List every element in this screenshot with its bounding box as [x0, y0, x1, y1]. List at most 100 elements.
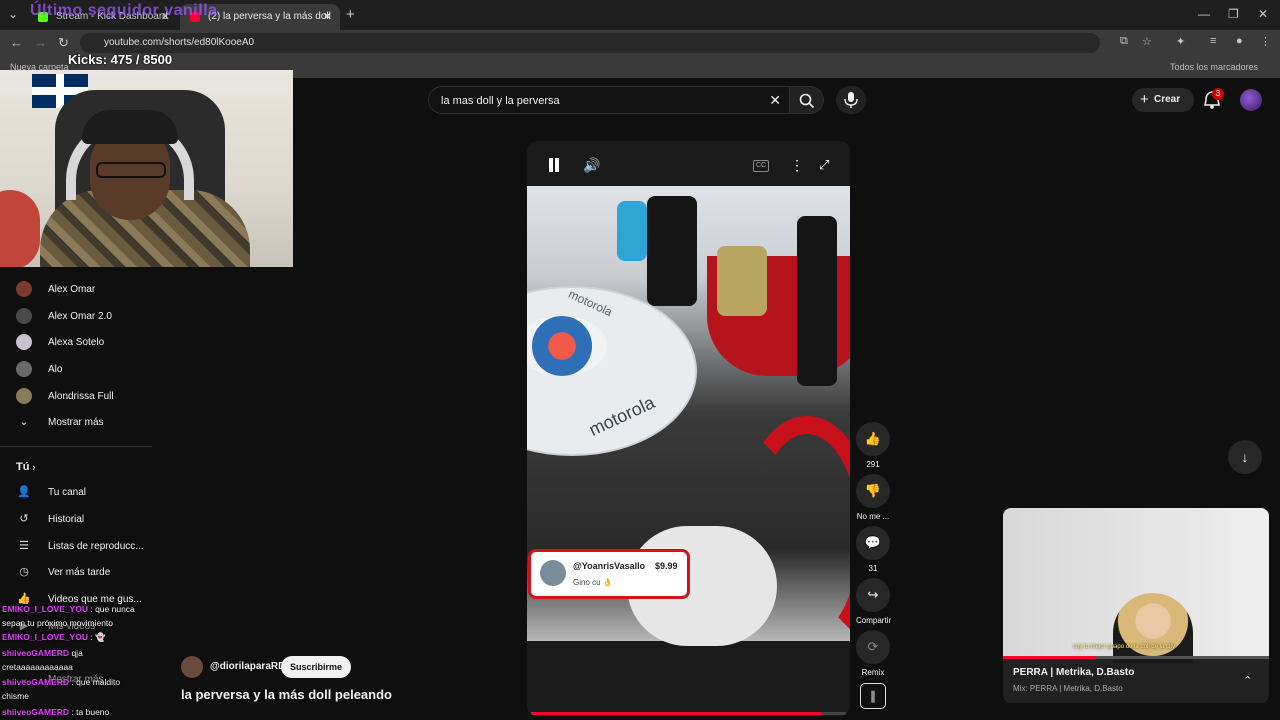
back-icon[interactable]: ←	[10, 35, 23, 50]
close-tab-icon[interactable]: ✕	[323, 10, 332, 23]
dislike-label: No me ...	[856, 512, 890, 521]
person-figure	[717, 246, 767, 316]
new-tab-button[interactable]: +	[346, 6, 355, 23]
divider	[0, 446, 152, 447]
sidebar-item-label: Alex Omar	[48, 284, 96, 295]
minimize-icon[interactable]: —	[1198, 7, 1210, 21]
create-label: Crear	[1154, 94, 1181, 105]
search-button[interactable]	[790, 86, 824, 114]
next-video-button[interactable]: ↓	[1228, 440, 1262, 474]
sidebar-item-history[interactable]: ↺ Historial	[0, 506, 160, 532]
volume-icon[interactable]: 🔊	[583, 157, 600, 174]
captions-icon[interactable]: CC	[753, 160, 769, 172]
thumbs-up-icon: 👍	[856, 422, 890, 456]
donor-avatar	[540, 560, 566, 586]
close-window-icon[interactable]: ✕	[1258, 7, 1268, 21]
dislike-button[interactable]: 👎 No me ...	[856, 474, 890, 521]
media-icon[interactable]: ≡	[1210, 35, 1216, 47]
comments-button[interactable]: 💬 31	[856, 526, 890, 573]
tab-title: (2) la perversa y la más doll	[208, 11, 331, 22]
sidebar-item-alex-omar[interactable]: Alex Omar	[0, 276, 160, 302]
reload-icon[interactable]: ↻	[58, 35, 69, 51]
voice-search-button[interactable]	[836, 86, 866, 114]
search-icon	[799, 93, 814, 109]
close-icon[interactable]: ✕	[769, 92, 781, 109]
sidebar-item-your-channel[interactable]: 👤 Tu canal	[0, 479, 160, 505]
sidebar-item-label: Alex Omar 2.0	[48, 311, 112, 322]
mini-player-video[interactable]: soy tu mejor guapo de la doll de la city	[1003, 508, 1269, 663]
url-text: youtube.com/shorts/ed80lKooeA0	[104, 37, 255, 48]
background-object	[0, 190, 40, 267]
bookmark-star-icon[interactable]: ☆	[1142, 35, 1152, 48]
history-icon: ↺	[19, 513, 29, 525]
remix-label: Remix	[861, 668, 885, 677]
sidebar-item-label: Historial	[48, 514, 85, 525]
notification-badge: 3	[1212, 88, 1224, 100]
menu-icon[interactable]: ⋮	[1260, 35, 1271, 48]
video-progress-bar[interactable]	[531, 712, 846, 715]
comment-count: 31	[868, 564, 878, 573]
mini-player[interactable]: soy tu mejor guapo de la doll de la city…	[1003, 508, 1269, 703]
share-label: Compartir	[856, 616, 892, 625]
video-title: la perversa y la más doll peleando	[181, 687, 392, 702]
chevron-down-icon: ⌄	[19, 416, 29, 428]
search-input[interactable]: la mas doll y la perversa ✕	[428, 86, 790, 114]
arrow-down-icon: ↓	[1241, 449, 1249, 465]
url-field[interactable]: youtube.com/shorts/ed80lKooeA0	[80, 33, 1100, 53]
avatar[interactable]	[1240, 89, 1262, 111]
sidebar-item-alo[interactable]: Alo	[0, 356, 160, 382]
chevron-up-icon[interactable]: ⌃	[1243, 674, 1252, 687]
chat-message: EMIKO_I_LOVE_YOU : 👻	[2, 632, 106, 642]
sidebar-item-label: Alexa Sotelo	[48, 337, 105, 348]
donation-message: Gino cu 👌	[573, 578, 613, 587]
extensions-icon[interactable]: ✦	[1176, 35, 1185, 48]
subscribe-button[interactable]: Suscribirme	[281, 656, 351, 678]
person-figure	[647, 196, 697, 306]
like-button[interactable]: 👍 291	[856, 422, 890, 469]
profile-icon[interactable]: ●	[1236, 35, 1243, 47]
you-section-header[interactable]: Tú ›	[16, 461, 36, 473]
chevron-right-icon: ›	[32, 462, 36, 472]
remix-button[interactable]: ⟳ Remix	[856, 630, 890, 677]
sidebar-item-label: Ver más tarde	[48, 567, 111, 578]
channel-avatar	[16, 281, 32, 297]
share-icon: ↪	[856, 578, 890, 612]
all-bookmarks[interactable]: Todos los marcadores	[1170, 62, 1258, 72]
more-options-icon[interactable]: ⋮	[790, 157, 804, 174]
pause-button[interactable]	[547, 158, 561, 174]
shorts-player[interactable]: motorola motorola 🔊 CC ⋮ ⤢ @YoanrisVasal…	[527, 141, 850, 716]
address-bar-row: ← → ↻ youtube.com/shorts/ed80lKooeA0 ⧉ ☆…	[0, 30, 1280, 56]
channel-avatar[interactable]	[181, 656, 203, 678]
tab-search-icon[interactable]: ⌄	[8, 7, 18, 21]
streamer-glasses	[96, 162, 166, 178]
comment-icon: 💬	[856, 526, 890, 560]
chat-message: cretaaaaaaaaaaaa	[2, 662, 73, 672]
sidebar-item-label: Alo	[48, 364, 63, 375]
sidebar-item-alexa-sotelo[interactable]: Alexa Sotelo	[0, 329, 160, 355]
sidebar-item-label: Listas de reproducc...	[48, 541, 144, 552]
create-button[interactable]: + Crear	[1132, 88, 1194, 112]
video-progress-fill	[531, 712, 821, 715]
fullscreen-icon[interactable]: ⤢	[819, 157, 829, 173]
channel-avatar	[16, 308, 32, 324]
sidebar-item-watch-later[interactable]: ◷ Ver más tarde	[0, 559, 160, 585]
sidebar-item-alex-omar-2[interactable]: Alex Omar 2.0	[0, 303, 160, 329]
channel-avatar	[16, 334, 32, 350]
restore-icon[interactable]: ❐	[1228, 7, 1239, 21]
share-button[interactable]: ↪ Compartir	[856, 578, 892, 625]
audio-wave-icon[interactable]: ∥	[860, 683, 886, 709]
sidebar-item-alondrissa-full[interactable]: Alondrissa Full	[0, 383, 160, 409]
stream-chat-overlay: EMIKO_I_LOVE_YOU : que nunca sepan tu pr…	[0, 600, 160, 720]
channel-avatar	[16, 388, 32, 404]
clock-icon: ◷	[19, 566, 29, 578]
install-icon[interactable]: ⧉	[1120, 35, 1128, 48]
chat-message: shiiveoGAMERD qja	[2, 648, 83, 658]
channel-name[interactable]: @diorilaparaRD	[210, 661, 285, 672]
sidebar-item-playlists[interactable]: ☰ Listas de reproducc...	[0, 533, 160, 559]
mic-icon	[844, 92, 858, 108]
forward-icon[interactable]: →	[34, 35, 47, 50]
mini-progress-bar[interactable]	[1003, 656, 1269, 659]
sidebar-item-label: Alondrissa Full	[48, 391, 114, 402]
chat-message: shiiveoGAMERD : ta bueno	[2, 707, 110, 717]
sidebar-show-more[interactable]: ⌄ Mostrar más	[0, 409, 160, 435]
